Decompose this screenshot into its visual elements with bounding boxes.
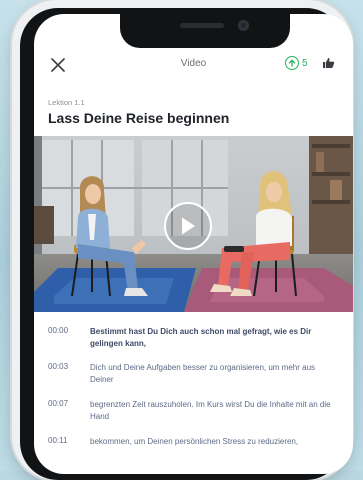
arrow-up-circle-icon (285, 56, 299, 70)
app-screen: Video 5 Lektion 1.1 Lass Deine Reise beg… (34, 14, 353, 474)
phone-frame: Video 5 Lektion 1.1 Lass Deine Reise beg… (12, 0, 353, 480)
transcript-text: Dich und Deine Aufgaben besser zu organi… (90, 363, 316, 384)
close-icon (51, 58, 65, 72)
lesson-label: Lektion 1.1 (48, 98, 85, 107)
lesson-title: Lass Deine Reise beginnen (48, 110, 230, 126)
speaker-grille (180, 23, 224, 28)
close-button[interactable] (47, 54, 69, 76)
transcript-time: 00:00 (48, 326, 69, 335)
transcript-text: begrenzten Zeit rauszuholen. Im Kurs wir… (90, 400, 331, 421)
like-button[interactable] (318, 54, 338, 72)
play-button[interactable] (164, 202, 212, 250)
points-count: 5 (302, 57, 308, 69)
phone-notch (120, 14, 290, 48)
front-camera (238, 20, 249, 31)
video-player[interactable] (34, 136, 353, 312)
transcript-text: Bestimmt hast Du Dich auch schon mal gef… (90, 327, 312, 348)
transcript-text: bekommen, um Deinen persönlichen Stress … (90, 437, 299, 446)
thumbs-up-icon (322, 58, 334, 68)
top-bar: Video 5 (34, 52, 353, 88)
play-icon (182, 217, 195, 235)
transcript-time: 00:03 (48, 362, 69, 371)
transcript-time: 00:07 (48, 399, 69, 408)
points-badge[interactable]: 5 (285, 54, 308, 72)
transcript-time: 00:11 (48, 436, 68, 445)
